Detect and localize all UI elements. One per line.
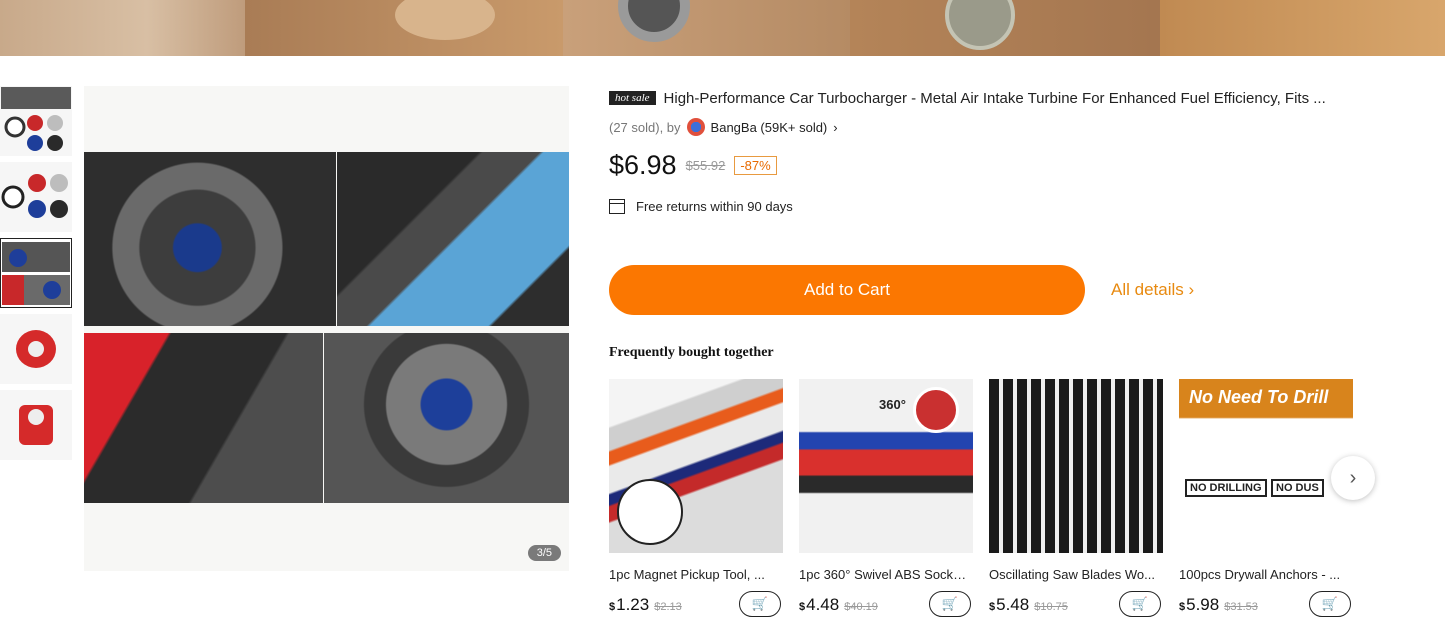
photo-engine-intake <box>84 152 336 326</box>
top-banner <box>0 0 1445 56</box>
sold-count: (27 sold), by <box>609 119 681 135</box>
thumbnail-image <box>1 87 71 151</box>
cart-row: Add to Cart All details › <box>609 265 1194 315</box>
returns-box-icon <box>609 198 625 214</box>
product-price: 4.48 <box>806 595 840 614</box>
all-details-link[interactable]: All details › <box>1111 280 1194 300</box>
discount-badge: -87% <box>734 155 777 175</box>
thumbnail-image <box>2 242 70 305</box>
cart-plus-icon: 🛒 <box>751 596 769 611</box>
product-price: 5.48 <box>996 595 1030 614</box>
add-to-cart-icon-button[interactable]: 🛒 <box>739 591 781 617</box>
photo-air-filter <box>337 152 569 326</box>
thumbnail-image <box>19 405 53 445</box>
currency-symbol: $ <box>609 601 616 613</box>
add-to-cart-icon-button[interactable]: 🛒 <box>929 591 971 617</box>
currency-symbol: $ <box>989 601 996 613</box>
product-price-row: $ 5.48 $10.75 🛒 <box>989 591 1163 619</box>
banner-image-4 <box>850 0 1160 56</box>
seller-logo[interactable] <box>686 118 705 136</box>
fbt-product-4[interactable]: No Need To Drill NO DRILLING NO DUS 100p… <box>1179 379 1353 619</box>
product-image[interactable]: 360° <box>799 379 973 553</box>
magnet-lens <box>617 479 683 545</box>
thumbnail-5[interactable] <box>0 390 72 460</box>
seller-link[interactable]: BangBa (59K+ sold) <box>711 120 828 135</box>
product-image[interactable]: No Need To Drill NO DRILLING NO DUS <box>1179 379 1353 553</box>
product-name[interactable]: 1pc Magnet Pickup Tool, ... <box>609 567 779 582</box>
banner-image-1 <box>0 0 245 56</box>
all-details-label: All details <box>1111 280 1184 299</box>
no-dust-text: NO DUS <box>1271 479 1324 497</box>
fbt-product-1[interactable]: 1pc Magnet Pickup Tool, ... $ 1.23 $2.13… <box>609 379 783 619</box>
banner-image-2 <box>245 0 563 56</box>
product-image[interactable] <box>609 379 783 553</box>
thumbnail-image <box>16 330 56 368</box>
thumbnail-2[interactable] <box>0 162 72 232</box>
photo-engine-bay <box>84 333 323 503</box>
product-info: hot sale High-Performance Car Turbocharg… <box>609 88 1399 617</box>
fbt-product-3[interactable]: Oscillating Saw Blades Wo... $ 5.48 $10.… <box>989 379 1163 619</box>
banner-image-3 <box>563 0 850 56</box>
thumbnail-3[interactable] <box>0 238 72 308</box>
currency-symbol: $ <box>1179 601 1186 613</box>
carousel-next-button[interactable]: › <box>1331 456 1375 500</box>
fbt-heading: Frequently bought together <box>609 345 774 360</box>
price-row: $6.98 $55.92 -87% <box>609 150 1399 180</box>
cart-plus-icon: 🛒 <box>941 596 959 611</box>
product-title: High-Performance Car Turbocharger - Meta… <box>663 89 1326 107</box>
returns-row: Free returns within 90 days <box>609 197 1399 215</box>
chevron-right-icon[interactable]: › <box>833 120 837 135</box>
product-image[interactable] <box>989 379 1163 553</box>
seller-row: (27 sold), by BangBa (59K+ sold) › <box>609 118 1399 136</box>
main-product-image[interactable]: 3/5 <box>84 86 569 571</box>
cart-plus-icon: 🛒 <box>1131 596 1149 611</box>
banner-image-5 <box>1160 0 1445 56</box>
product-original-price: $10.75 <box>1034 600 1068 613</box>
product-original-price: $2.13 <box>654 600 682 613</box>
chevron-right-icon: › <box>1349 466 1357 489</box>
thumbnail-4[interactable] <box>0 314 72 384</box>
add-to-cart-button[interactable]: Add to Cart <box>609 265 1085 315</box>
thumbnail-image <box>1 174 68 218</box>
chevron-right-icon: › <box>1188 280 1195 299</box>
currency-symbol: $ <box>799 601 806 613</box>
current-price: $6.98 <box>609 149 677 180</box>
product-name[interactable]: Oscillating Saw Blades Wo... <box>989 567 1159 582</box>
cart-plus-icon: 🛒 <box>1321 596 1339 611</box>
add-to-cart-icon-button[interactable]: 🛒 <box>1119 591 1161 617</box>
rotation-label: 360° <box>879 397 906 412</box>
product-price-row: $ 4.48 $40.19 🛒 <box>799 591 973 619</box>
add-to-cart-icon-button[interactable]: 🛒 <box>1309 591 1351 617</box>
product-price-row: $ 5.98 $31.53 🛒 <box>1179 591 1353 619</box>
thumbnail-list <box>0 86 72 466</box>
original-price: $55.92 <box>685 157 726 173</box>
product-name[interactable]: 1pc 360° Swivel ABS Socke... <box>799 567 969 582</box>
product-price: 1.23 <box>616 595 650 614</box>
hot-sale-badge: hot sale <box>609 91 656 105</box>
product-price: 5.98 <box>1186 595 1220 614</box>
thumbnail-1[interactable] <box>0 86 72 156</box>
product-name[interactable]: 100pcs Drywall Anchors - ... <box>1179 567 1349 582</box>
no-drilling-text: NO DRILLING <box>1185 479 1267 497</box>
product-price-row: $ 1.23 $2.13 🛒 <box>609 591 783 619</box>
returns-text: Free returns within 90 days <box>636 198 793 214</box>
rotation-badge <box>913 387 959 433</box>
photo-turbine-closeup <box>324 333 569 503</box>
fbt-product-list: 1pc Magnet Pickup Tool, ... $ 1.23 $2.13… <box>609 379 1369 619</box>
no-need-to-drill-text: No Need To Drill <box>1189 387 1329 407</box>
product-original-price: $40.19 <box>844 600 878 613</box>
product-original-price: $31.53 <box>1224 600 1258 613</box>
title-row: hot sale High-Performance Car Turbocharg… <box>609 88 1399 108</box>
image-counter: 3/5 <box>527 545 561 561</box>
fbt-product-2[interactable]: 360° 1pc 360° Swivel ABS Socke... $ 4.48… <box>799 379 973 619</box>
